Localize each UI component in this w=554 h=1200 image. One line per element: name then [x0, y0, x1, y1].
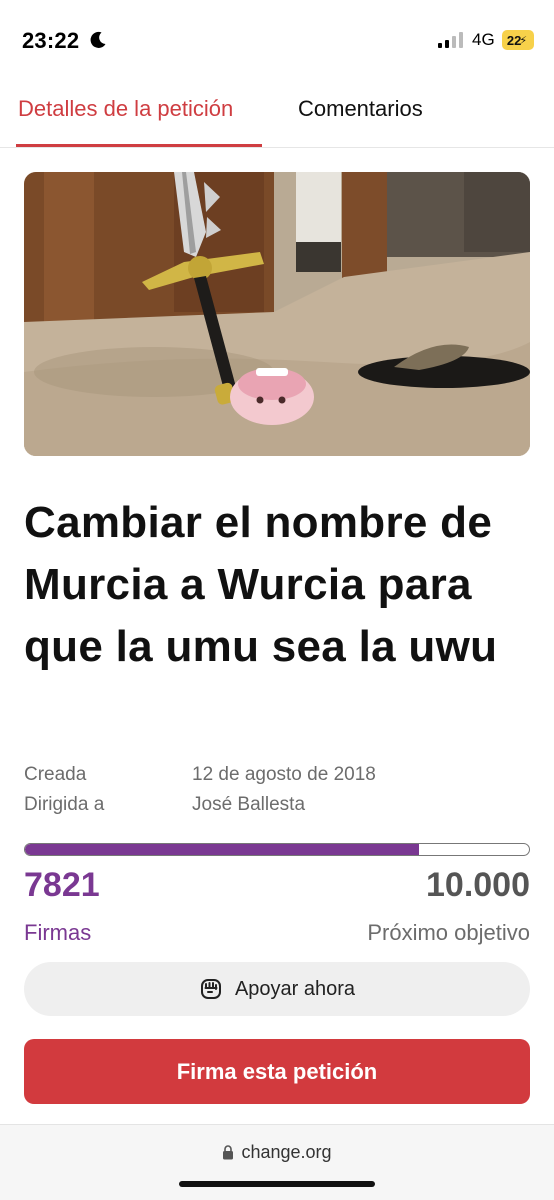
lock-icon — [223, 1145, 234, 1160]
goal-label: Próximo objetivo — [367, 920, 530, 945]
meta-target-label: Dirigida a — [24, 794, 105, 815]
browser-url-bar: change.org — [0, 1124, 554, 1200]
tab-details[interactable]: Detalles de la petición — [18, 96, 233, 122]
goal-count: 10.000 — [426, 866, 530, 904]
url-text: change.org — [241, 1142, 332, 1162]
petition-image — [24, 172, 530, 456]
network-label: 4G — [472, 30, 495, 49]
tab-comments[interactable]: Comentarios — [298, 96, 423, 122]
home-indicator[interactable] — [179, 1181, 375, 1187]
signature-label: Firmas — [24, 920, 92, 945]
support-now-label: Apoyar ahora — [234, 977, 356, 1000]
signal-icon — [438, 32, 463, 48]
meta-target-value: José Ballesta — [192, 794, 306, 815]
petition-tabs: Detalles de la petición Comentarios — [0, 84, 554, 148]
status-bar: 23:22 4G 22 ⚡ — [0, 0, 554, 80]
support-now-button[interactable]: Apoyar ahora — [24, 962, 530, 1016]
signature-count: 7821 — [24, 866, 100, 904]
sign-petition-button[interactable]: Firma esta petición — [24, 1039, 530, 1104]
moon-icon — [90, 31, 106, 48]
signature-progress-fill — [25, 844, 420, 855]
status-time: 23:22 — [22, 28, 80, 53]
signature-progress-bar — [24, 843, 530, 856]
battery-icon: 22 ⚡ — [502, 30, 534, 50]
active-tab-indicator — [16, 144, 262, 147]
petition-title: Cambiar el nombre de Murcia a Wurcia par… — [24, 498, 498, 671]
meta-created-value: 12 de agosto de 2018 — [192, 764, 376, 785]
fist-icon — [200, 979, 221, 999]
sign-petition-label: Firma esta petición — [176, 1058, 378, 1084]
meta-created-label: Creada — [24, 764, 87, 785]
url-display[interactable]: change.org — [0, 1142, 554, 1163]
